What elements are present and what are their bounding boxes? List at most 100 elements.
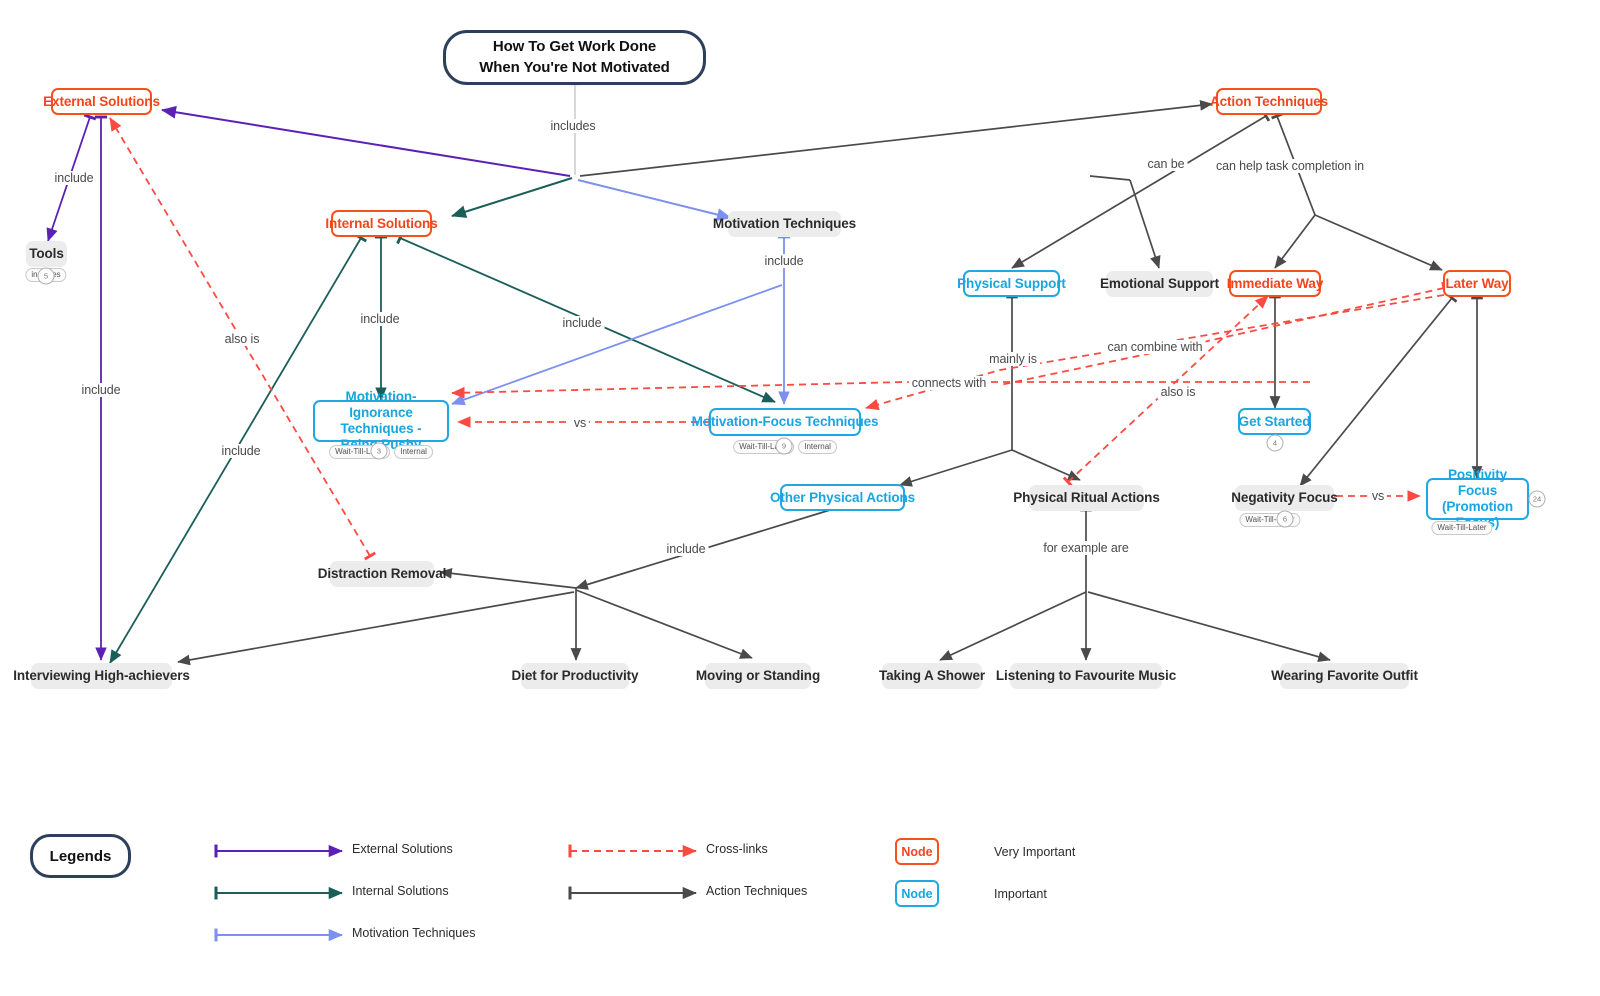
edge-action-later [1314, 214, 1443, 271]
edge-motivation-ignorance [451, 284, 783, 406]
node-positivity-count[interactable]: 24 [1528, 490, 1546, 508]
node-positivity-focus[interactable]: Positivity Focus (Promotion Focus) [1426, 467, 1529, 530]
node-emotional-support[interactable]: Emotional Support [1100, 271, 1219, 297]
node-label: Diet for Productivity [511, 668, 639, 684]
edge-fork-interviewing [177, 591, 575, 666]
node-moving-or-standing[interactable]: Moving or Standing [696, 663, 820, 689]
node-motivation-ignorance-techniques[interactable]: Motivation-Ignorance Techniques - Being … [313, 389, 449, 452]
edge-physical-ritual [1011, 449, 1081, 481]
node-label: Other Physical Actions [769, 489, 916, 505]
edge-physical-other-physical [899, 449, 1013, 487]
edge-ritual-outfit [1087, 591, 1331, 663]
node-label: Emotional Support [1099, 276, 1220, 292]
node-physical-support[interactable]: Physical Support [957, 270, 1066, 297]
legend-item-internal-solutions: Internal Solutions [352, 884, 449, 898]
edge-label-includes-root: includes [547, 119, 599, 133]
edge-label-vs-techniques: vs [570, 416, 590, 430]
count-value: 3 [376, 446, 382, 456]
node-diet-for-productivity[interactable]: Diet for Productivity [512, 663, 639, 689]
legend-label: Very Important [994, 844, 1076, 859]
edge-label-connects-with: connects with [908, 376, 990, 390]
edge-label-also-is-external: also is [221, 332, 263, 346]
edge-label-include-other-physical: include [663, 542, 709, 556]
tag-internal: Internal [798, 440, 837, 454]
tag-internal: Internal [394, 445, 433, 459]
node-action-techniques[interactable]: Action Techniques [1210, 88, 1328, 115]
node-listening-to-favourite-music[interactable]: Listening to Favourite Music [996, 663, 1176, 689]
node-wearing-favorite-outfit[interactable]: Wearing Favorite Outfit [1271, 663, 1418, 689]
edge-hub-action [579, 99, 1213, 177]
node-later-way[interactable]: Later Way [1443, 270, 1511, 297]
edge-later-negativity [1299, 293, 1458, 487]
node-label: Physical Ritual Actions [1013, 490, 1160, 506]
node-label: Moving or Standing [695, 668, 821, 684]
legend-item-external-solutions: External Solutions [352, 842, 453, 856]
cross-link-can-combine-with [999, 281, 1447, 386]
legend-label: External Solutions [352, 842, 453, 856]
node-external-solutions[interactable]: External Solutions [43, 88, 160, 115]
node-negativity-count[interactable]: 6 [1276, 510, 1294, 528]
node-tools[interactable]: Tools [26, 241, 67, 267]
node-root[interactable]: How To Get Work Done When You're Not Mot… [443, 30, 706, 85]
node-label: Listening to Favourite Music [995, 668, 1177, 684]
node-label: Motivation-Focus Techniques [691, 414, 879, 430]
edge-label-also-is-immediate: also is [1157, 385, 1199, 399]
legend-label: Cross-links [706, 842, 768, 856]
legend-item-action-techniques: Action Techniques [706, 884, 807, 898]
node-get-started[interactable]: Get Started [1238, 408, 1311, 435]
count-value: 24 [1532, 494, 1542, 504]
node-label: Action Techniques [1209, 93, 1329, 109]
legends-panel: Legends External Solutions Internal Solu… [0, 820, 1600, 980]
legend-item-very-important: Node Very Important [895, 838, 1075, 865]
node-internal-solutions[interactable]: Internal Solutions [325, 210, 438, 237]
edge-label-include-focus-internal: include [559, 316, 605, 330]
node-taking-a-shower[interactable]: Taking A Shower [879, 663, 986, 689]
node-immediate-way[interactable]: Immediate Way [1226, 270, 1324, 297]
node-root-label: How To Get Work Done When You're Not Mot… [479, 38, 670, 76]
edge-action-physical-support [1011, 110, 1271, 269]
node-negativity-focus[interactable]: Negativity Focus [1231, 485, 1338, 511]
node-label: Negativity Focus [1231, 490, 1338, 506]
node-label: Taking A Shower [879, 668, 986, 684]
node-focus-count[interactable]: 9 [775, 437, 793, 455]
edge-label-include-ignorance: include [357, 312, 403, 326]
node-label: Immediate Way [1226, 275, 1324, 291]
node-distraction-removal[interactable]: Distraction Removal [318, 561, 446, 587]
edge-label-can-help-task-completion: can help task completion in [1212, 159, 1368, 173]
node-physical-ritual-actions[interactable]: Physical Ritual Actions [1013, 485, 1160, 511]
edge-hub-external [161, 105, 571, 177]
edge-action-immediate [1274, 214, 1316, 269]
edge-label-mainly-is: mainly is [986, 352, 1040, 366]
legend-item-important: Node Important [895, 880, 1047, 907]
node-motivation-techniques[interactable]: Motivation Techniques [713, 211, 856, 237]
legend-item-cross-links: Cross-links [706, 842, 768, 856]
count-value: 6 [1282, 514, 1288, 524]
edge-hub-internal [451, 177, 573, 218]
edge-label-can-combine-with: can combine with [1104, 340, 1206, 354]
legend-node-very-important: Node [895, 838, 939, 865]
edge-action-fork [1089, 175, 1131, 181]
node-motivation-focus-techniques[interactable]: Motivation-Focus Techniques [692, 408, 879, 436]
count-value: 9 [781, 441, 787, 451]
node-interviewing-high-achievers[interactable]: Interviewing High-achievers [13, 663, 190, 689]
count-value: 4 [1272, 438, 1278, 448]
node-tools-count[interactable]: 5 [37, 267, 55, 285]
legend-line-layer [214, 844, 697, 942]
node-ignorance-count[interactable]: 3 [370, 442, 388, 460]
edge-label-for-example-are: for example are [1040, 541, 1132, 555]
legend-label: Motivation Techniques [352, 926, 476, 940]
legend-node-important: Node [895, 880, 939, 907]
node-label: Physical Support [957, 275, 1066, 291]
node-label: Wearing Favorite Outfit [1271, 668, 1418, 684]
edge-label-include-interviewing-external: include [78, 383, 124, 397]
node-label: External Solutions [43, 93, 160, 109]
legend-label: Important [994, 886, 1047, 901]
node-get-started-count[interactable]: 4 [1266, 434, 1284, 452]
node-label: Distraction Removal [317, 566, 447, 582]
node-label: Tools [29, 246, 64, 262]
node-label: Get Started [1238, 413, 1311, 429]
edge-fork-distraction [439, 567, 577, 589]
edge-label-can-be: can be [1144, 157, 1188, 171]
node-other-physical-actions[interactable]: Other Physical Actions [770, 484, 915, 511]
edge-hub-motivation [577, 179, 732, 221]
